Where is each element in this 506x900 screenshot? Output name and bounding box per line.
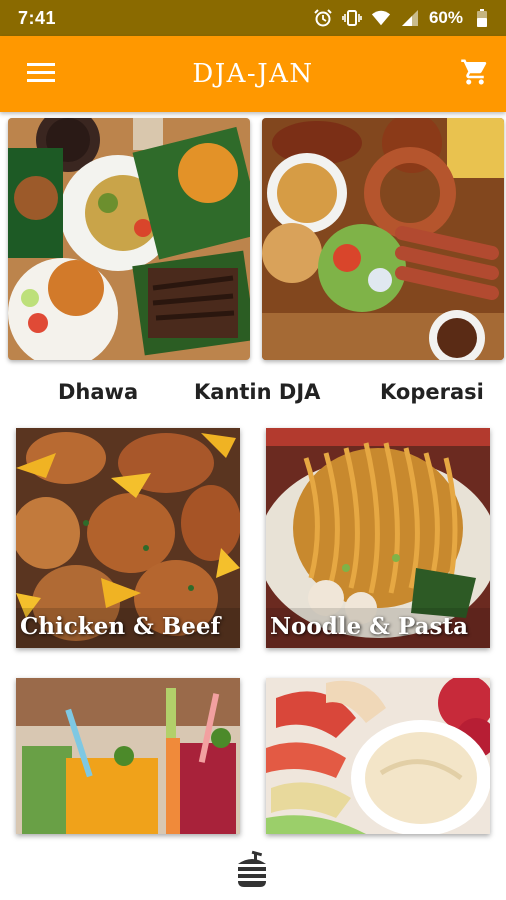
wifi-icon: [371, 8, 391, 28]
grill-platter-image: [262, 118, 504, 360]
vibrate-icon: [342, 8, 362, 28]
category-drinks[interactable]: [16, 678, 240, 834]
place-koperasi[interactable]: Koperasi: [380, 380, 484, 404]
status-time: 7:41: [18, 7, 57, 28]
alarm-icon: [313, 8, 333, 28]
battery-percent: 60%: [428, 8, 463, 27]
app-title: DJA-JAN: [192, 59, 314, 89]
place-dhawa[interactable]: Dhawa: [58, 380, 138, 404]
cart-icon: [460, 57, 490, 92]
food-platter-image: [8, 118, 250, 360]
hero-image-kantin[interactable]: [262, 118, 504, 360]
menu-icon: [27, 61, 55, 88]
category-label: Chicken & Beef: [20, 613, 221, 640]
category-label: Noodle & Pasta: [270, 613, 468, 640]
place-kantin-dja[interactable]: Kantin DJA: [194, 380, 320, 404]
menu-button[interactable]: [24, 57, 58, 91]
juice-image: [16, 678, 240, 834]
battery-icon: [472, 8, 492, 28]
hero-image-dhawa[interactable]: [8, 118, 250, 360]
cart-button[interactable]: [458, 57, 492, 91]
status-bar: 7:41 60%: [0, 0, 506, 36]
app-bar: DJA-JAN: [0, 36, 506, 112]
category-fruit[interactable]: [266, 678, 490, 834]
status-icons: 60%: [313, 8, 492, 28]
fruit-dip-image: [266, 678, 490, 834]
signal-icon: [400, 8, 420, 28]
category-chicken-beef[interactable]: Chicken & Beef: [16, 428, 240, 648]
food-icon: [235, 850, 269, 894]
category-noodle-pasta[interactable]: Noodle & Pasta: [266, 428, 490, 648]
food-menu-button[interactable]: [235, 850, 269, 890]
